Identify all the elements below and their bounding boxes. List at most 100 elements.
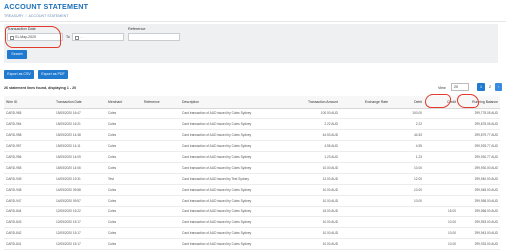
breadcrumb: TREASURY / ACCOUNT STATEMENT: [4, 14, 68, 18]
view-label: View: [438, 86, 446, 90]
next-page-button[interactable]: ›: [495, 83, 502, 91]
annotation-circle-date: [5, 26, 61, 48]
table-cell: Coles: [106, 227, 142, 240]
table-cell: Card transaction of AUD issued by Coles …: [180, 195, 280, 207]
table-cell: [142, 216, 180, 229]
table-cell: 12/05/2020 15:22: [54, 206, 106, 218]
export-csv-button[interactable]: Export as CSV: [4, 70, 34, 79]
table-cell: 12/05/2020 15:17: [54, 216, 106, 229]
table-row[interactable]: CARD-841 12/05/2020 15:17 Coles Card transa…: [4, 238, 500, 250]
reference-input[interactable]: [128, 33, 180, 41]
export-pdf-button[interactable]: Export as PDF: [38, 70, 68, 79]
date-to-placeholder: ...: [80, 35, 83, 39]
table-cell: [424, 129, 458, 142]
table-cell: [424, 162, 458, 174]
table-cell: [340, 118, 390, 131]
table-cell: 299,958.00 AUD: [458, 195, 500, 207]
table-cell: 299,878.05 AUD: [458, 118, 500, 131]
table-row[interactable]: CARD-956 15/05/2020 14:09 Coles Card transa…: [4, 151, 500, 163]
calendar-icon: [75, 36, 79, 40]
table-row[interactable]: CARD-965 15/05/2020 16:47 Coles Card transa…: [4, 108, 500, 120]
table-cell: [340, 151, 390, 163]
column-header-description[interactable]: Description: [180, 96, 280, 109]
table-cell: Card transaction of AUD issued by Coles …: [180, 108, 280, 120]
page-2-button[interactable]: 2: [486, 83, 494, 91]
table-cell: CARD-841: [4, 238, 54, 250]
table-cell: 4.55: [390, 140, 424, 153]
table-cell: 2.22 AUD: [280, 118, 340, 131]
table-cell: Coles: [106, 206, 142, 218]
table-cell: [142, 227, 180, 240]
table-cell: [340, 184, 390, 196]
table-cell: [424, 108, 458, 120]
column-header-wire-id[interactable]: Wire ID: [4, 96, 54, 109]
breadcrumb-treasury[interactable]: TREASURY: [4, 14, 24, 18]
page-1-button[interactable]: 1: [477, 83, 485, 91]
table-cell: 15/05/2020 16:21: [54, 118, 106, 131]
table-row[interactable]: CARD-958 15/05/2020 14:48 Coles Card transa…: [4, 129, 500, 142]
table-cell: [340, 140, 390, 153]
table-cell: CARD-843: [4, 216, 54, 229]
table-row[interactable]: CARD-947 14/05/2020 09:57 Coles Card transa…: [4, 195, 500, 207]
table-cell: 299,943.00 AUD: [458, 227, 500, 240]
table-cell: 44.53: [390, 129, 424, 142]
header-divider: [0, 21, 506, 22]
table-cell: Card transaction of AUD issued by Coles …: [180, 129, 280, 142]
table-row[interactable]: CARD-964 15/05/2020 16:21 Coles Card transa…: [4, 118, 500, 131]
column-header-debit[interactable]: Debit: [390, 96, 424, 109]
table-row[interactable]: CARD-843 12/05/2020 15:17 Coles Card transa…: [4, 216, 500, 229]
results-summary: 26 statement lines found, displaying 1 -…: [4, 86, 77, 90]
filter-panel: Transaction Date 01-May-2020 To ... Refe…: [4, 24, 498, 63]
table-cell: [390, 238, 424, 250]
column-header-merchant[interactable]: Merchant: [106, 96, 142, 109]
table-row[interactable]: CARD-842 12/05/2020 15:17 Coles Card transa…: [4, 227, 500, 240]
table-row[interactable]: CARD-957 15/05/2020 14:11 Coles Card transa…: [4, 140, 500, 153]
table-cell: 299,953.00 AUD: [458, 216, 500, 229]
table-cell: 1.23: [390, 151, 424, 163]
table-row[interactable]: CARD-955 15/05/2020 14:06 Coles Card transa…: [4, 162, 500, 174]
statement-table: Wire ID Transaction Date Merchant Reference…: [4, 96, 500, 250]
table-cell: Card transaction of AUD issued by Coles …: [180, 140, 280, 153]
table-cell: Coles: [106, 184, 142, 196]
table-cell: [142, 173, 180, 185]
table-cell: Card transaction of AUD issued by Coles …: [180, 162, 280, 174]
table-cell: 12/05/2020 15:17: [54, 227, 106, 240]
column-header-reference[interactable]: Reference: [142, 96, 180, 109]
table-row[interactable]: CARD-949 14/05/2020 19:31 Test Card transac…: [4, 173, 500, 185]
page-title: ACCOUNT STATEMENT: [4, 2, 89, 11]
table-cell: Coles: [106, 118, 142, 131]
column-header-transaction-date[interactable]: Transaction Date: [54, 96, 106, 109]
table-cell: 10.00: [390, 184, 424, 196]
table-row[interactable]: CARD-844 12/05/2020 15:22 Coles Card transa…: [4, 206, 500, 218]
table-cell: [142, 162, 180, 174]
table-cell: 44.53 AUD: [280, 129, 340, 142]
table-cell: CARD-955: [4, 162, 54, 174]
table-cell: Card transaction of AUD issued by Coles …: [180, 118, 280, 131]
table-cell: CARD-844: [4, 206, 54, 218]
table-cell: [424, 151, 458, 163]
column-header-exchange-rate[interactable]: Exchange Rate: [340, 96, 390, 109]
breadcrumb-account-statement[interactable]: ACCOUNT STATEMENT: [29, 14, 69, 18]
table-row[interactable]: CARD-948 14/05/2020 09:58 Coles Card transa…: [4, 184, 500, 196]
page-size-select[interactable]: 20: [451, 83, 469, 91]
table-cell: CARD-949: [4, 173, 54, 185]
search-button[interactable]: Search: [7, 50, 27, 59]
table-cell: 12/05/2020 15:17: [54, 238, 106, 250]
table-cell: [424, 195, 458, 207]
table-cell: Coles: [106, 140, 142, 153]
date-to-input[interactable]: ...: [72, 33, 124, 41]
table-cell: Coles: [106, 108, 142, 120]
table-cell: [142, 195, 180, 207]
table-cell: 15/05/2020 14:48: [54, 129, 106, 142]
table-cell: [340, 162, 390, 174]
table-cell: 299,948.00 AUD: [458, 184, 500, 196]
table-cell: 15.00 AUD: [280, 206, 340, 218]
table-cell: Card transaction of AUD issued by Coles …: [180, 151, 280, 163]
table-cell: Coles: [106, 216, 142, 229]
table-cell: 100.00 AUD: [280, 108, 340, 120]
table-cell: 14/05/2020 09:58: [54, 184, 106, 196]
table-cell: 12.00: [390, 173, 424, 185]
table-cell: [424, 173, 458, 185]
table-cell: 10.00 AUD: [280, 184, 340, 196]
column-header-transaction-amount[interactable]: Transaction Amount: [280, 96, 340, 109]
